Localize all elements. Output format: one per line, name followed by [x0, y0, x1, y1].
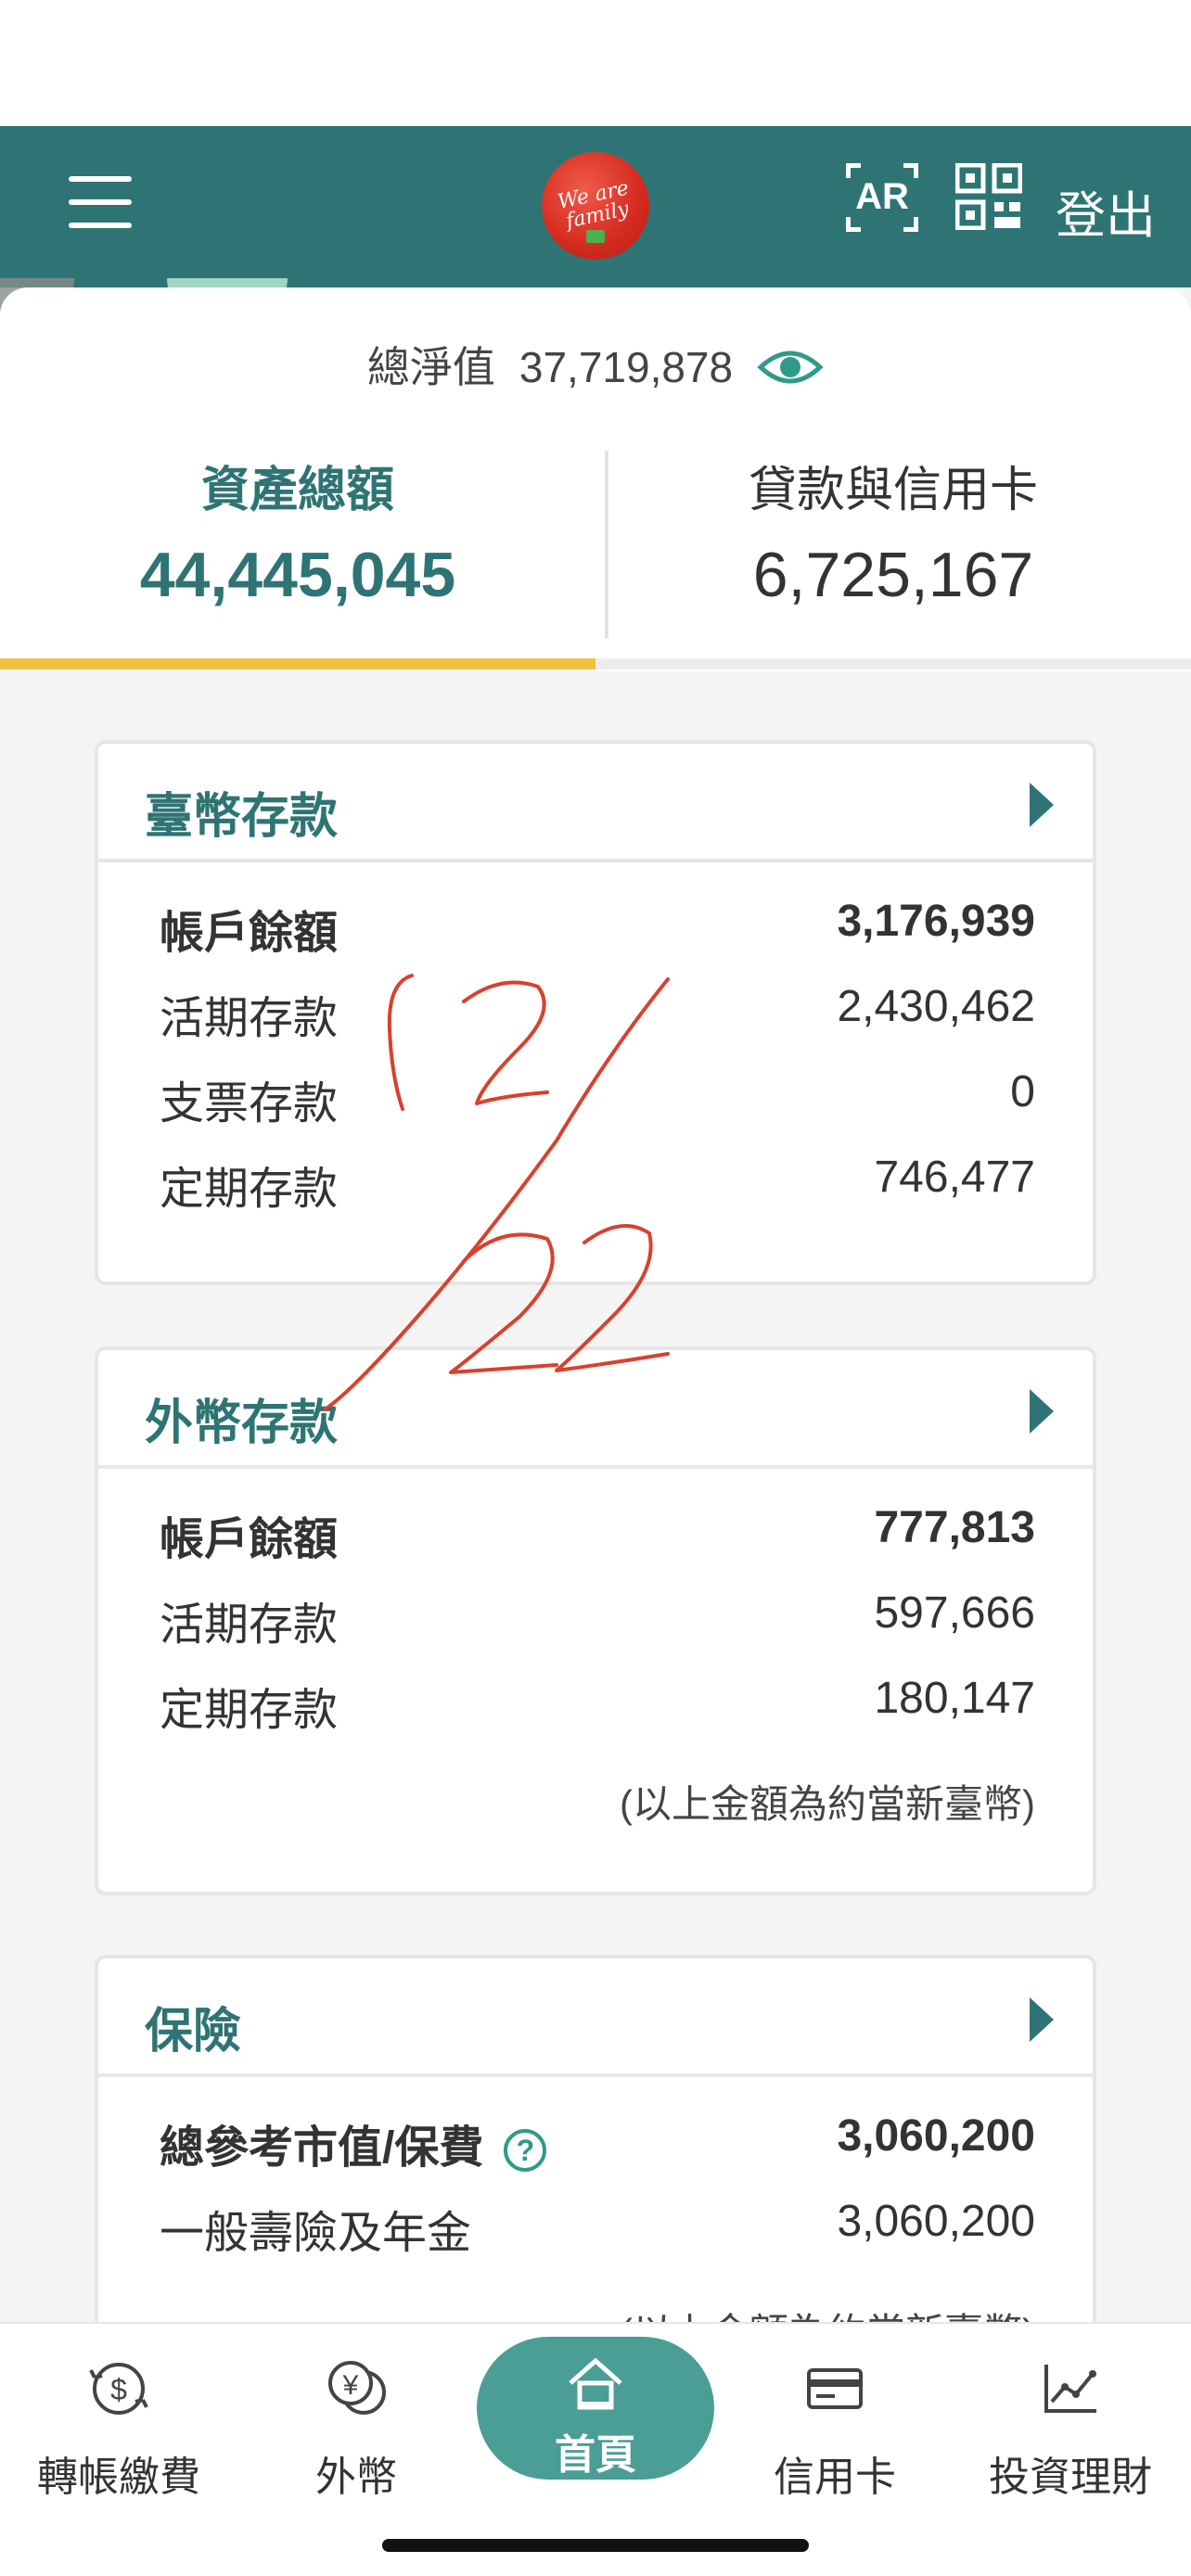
net-worth: 總淨值 37,719,878	[0, 334, 1191, 395]
row-label: 活期存款	[160, 1600, 339, 1650]
row-value: 3,060,200	[837, 2111, 1035, 2161]
row-value: 3,176,939	[837, 897, 1035, 946]
insurance-header[interactable]: 保險	[98, 1958, 1093, 2077]
tab-total-assets-title: 資產總額	[200, 464, 394, 517]
logo-text: We are family	[556, 176, 632, 234]
logo-badge	[586, 230, 605, 243]
tab-loans-credit-cards[interactable]: 貸款與信用卡 6,725,167	[596, 451, 1191, 611]
currency-note: (以上金額為約當新臺幣)	[620, 1782, 1035, 1826]
home-icon	[569, 2357, 622, 2410]
panel-title: 外幣存款	[145, 1396, 339, 1450]
nav-home[interactable]: 首頁	[477, 2337, 714, 2480]
nav-credit-card[interactable]: 信用卡	[724, 2352, 946, 2503]
top-bar: We are family AR 登出	[0, 126, 1191, 287]
home-indicator	[382, 2539, 809, 2552]
active-tab-indicator	[0, 658, 596, 670]
chevron-right-icon[interactable]	[1030, 783, 1054, 827]
inactive-tab-track	[596, 658, 1191, 670]
panel-title: 保險	[145, 2005, 242, 2059]
net-worth-label: 總淨值	[366, 343, 495, 391]
nav-foreign-currency[interactable]: ¥ 外幣	[245, 2352, 467, 2503]
tab-total-assets-value: 44,445,045	[139, 540, 456, 610]
credit-card-icon	[807, 2368, 863, 2409]
row-label: 帳戶餘額	[160, 909, 339, 958]
row-value: 746,477	[874, 1153, 1035, 1202]
insurance-panel: 保險 總參考市值/保費? 3,060,200 一般壽險及年金 3,060,200…	[95, 1955, 1096, 2381]
eye-icon[interactable]	[757, 347, 824, 388]
row-value: 180,147	[874, 1674, 1035, 1723]
fx-deposits-header[interactable]: 外幣存款	[98, 1350, 1093, 1469]
row-label-text: 總參考市值/保費	[160, 2123, 484, 2173]
qr-code-icon[interactable]	[954, 162, 1023, 231]
nav-label: 信用卡	[774, 2455, 896, 2500]
nav-label: 外幣	[315, 2455, 397, 2500]
nav-investment[interactable]: 投資理財	[959, 2352, 1182, 2503]
row-label: 支票存款	[160, 1079, 339, 1129]
asset-summary: 總淨值 37,719,878 資產總額 44,445,045 貸款與信用卡 6,7…	[0, 287, 1191, 671]
list-item: 一般壽險及年金 3,060,200	[98, 2175, 1093, 2268]
brand-logo[interactable]: We are family	[542, 152, 649, 260]
status-bar	[0, 0, 1191, 126]
list-item: 活期存款 2,430,462	[98, 961, 1093, 1046]
row-label: 總參考市值/保費?	[160, 2111, 547, 2175]
hamburger-menu-icon[interactable]	[69, 174, 132, 230]
tab-total-assets[interactable]: 資產總額 44,445,045	[0, 451, 596, 611]
transfer-dollar-icon: $	[89, 2363, 148, 2415]
row-label: 定期存款	[160, 1686, 339, 1735]
yen-coins-icon: ¥	[328, 2361, 386, 2415]
list-item: 帳戶餘額 3,176,939	[98, 875, 1093, 961]
row-label: 帳戶餘額	[160, 1515, 339, 1564]
twd-deposits-header[interactable]: 臺幣存款	[98, 744, 1093, 862]
nav-transfer-payment[interactable]: $ 轉帳繳費	[7, 2352, 230, 2503]
row-value: 3,060,200	[837, 2197, 1035, 2246]
nav-label: 投資理財	[989, 2455, 1152, 2500]
row-label: 定期存款	[160, 1165, 339, 1214]
list-item: 總參考市值/保費? 3,060,200	[98, 2090, 1093, 2175]
line-chart-icon	[1044, 2365, 1096, 2413]
row-label: 一般壽險及年金	[160, 2209, 472, 2258]
logout-button[interactable]: 登出	[1056, 174, 1156, 248]
net-worth-value: 37,719,878	[519, 343, 734, 391]
ar-scan-icon[interactable]: AR	[846, 163, 918, 232]
svg-text:$: $	[110, 2373, 127, 2406]
help-icon[interactable]: ?	[504, 2129, 547, 2173]
ar-label: AR	[855, 176, 909, 217]
list-item: 定期存款 180,147	[98, 1652, 1093, 1738]
row-label: 活期存款	[160, 994, 339, 1043]
chevron-right-icon[interactable]	[1030, 1389, 1054, 1434]
tab-loans-value: 6,725,167	[752, 540, 1034, 610]
tab-loans-title: 貸款與信用卡	[748, 464, 1038, 517]
list-item: 定期存款 746,477	[98, 1131, 1093, 1217]
row-value: 0	[1010, 1067, 1035, 1116]
list-item: 活期存款 597,666	[98, 1567, 1093, 1652]
list-item: 支票存款 0	[98, 1046, 1093, 1131]
bottom-navigation: $ 轉帳繳費 ¥ 外幣 首頁 信用卡 投資理財	[0, 2322, 1191, 2576]
nav-label: 轉帳繳費	[37, 2455, 200, 2500]
twd-deposits-panel: 臺幣存款 帳戶餘額 3,176,939 活期存款 2,430,462 支票存款 …	[95, 740, 1096, 1285]
chevron-right-icon[interactable]	[1030, 1997, 1054, 2042]
svg-text:¥: ¥	[342, 2370, 359, 2401]
row-value: 2,430,462	[837, 982, 1035, 1031]
panel-title: 臺幣存款	[145, 790, 339, 844]
list-item: 帳戶餘額 777,813	[98, 1482, 1093, 1567]
row-value: 777,813	[874, 1503, 1035, 1552]
nav-label: 首頁	[555, 2432, 636, 2478]
fx-deposits-panel: 外幣存款 帳戶餘額 777,813 活期存款 597,666 定期存款 180,…	[95, 1346, 1096, 1895]
row-value: 597,666	[874, 1588, 1035, 1638]
